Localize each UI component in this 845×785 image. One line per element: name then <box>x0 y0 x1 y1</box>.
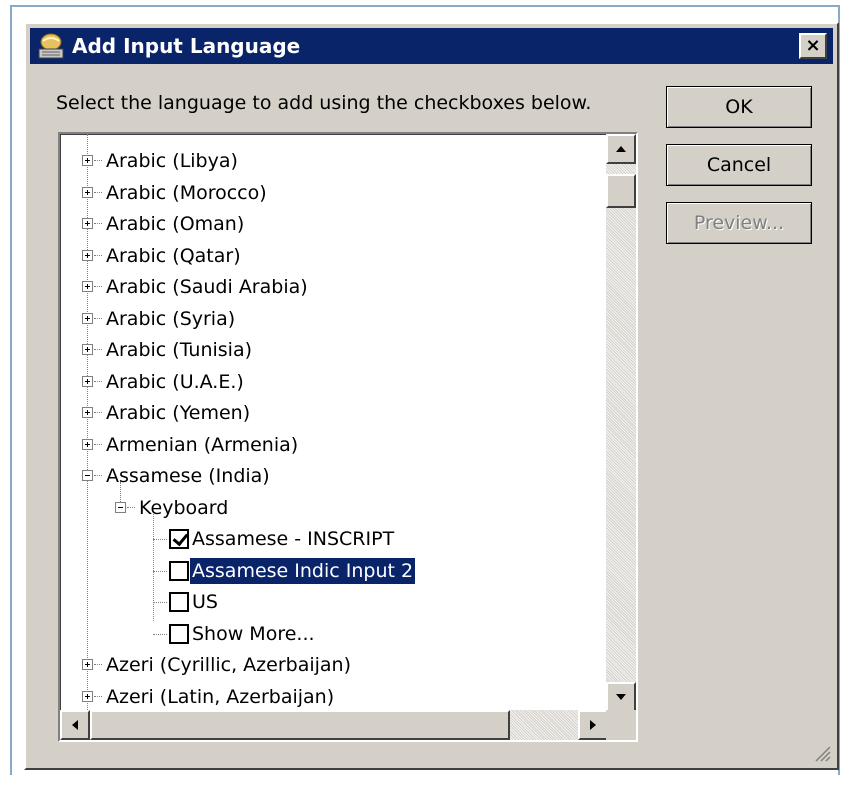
tree-item[interactable]: Show More... <box>60 619 608 649</box>
checkbox-us[interactable] <box>169 592 189 612</box>
tree-line <box>94 286 102 287</box>
scroll-up-button[interactable] <box>606 134 636 164</box>
dialog-title: Add Input Language <box>72 34 301 58</box>
tree-item-label: Arabic (Qatar) <box>106 245 241 267</box>
scrollbar-corner <box>606 710 636 740</box>
tree-item[interactable]: Assamese - INSCRIPT <box>60 524 608 554</box>
tree-line <box>94 664 102 665</box>
vertical-scrollbar[interactable] <box>606 134 636 712</box>
expand-icon[interactable] <box>82 250 93 261</box>
tree-item-label: Arabic (Tunisia) <box>106 339 253 361</box>
tree-line <box>94 412 102 413</box>
tree-item-label: Azeri (Cyrillic, Azerbaijan) <box>106 654 351 676</box>
tree-line <box>94 475 102 476</box>
tree-item-label: Keyboard <box>139 497 229 519</box>
scroll-left-button[interactable] <box>60 710 90 740</box>
collapse-icon[interactable] <box>82 470 93 481</box>
arrow-up-icon <box>616 146 626 152</box>
tree-item[interactable]: US <box>60 587 608 617</box>
expand-icon[interactable] <box>82 376 93 387</box>
tree-line <box>94 318 102 319</box>
tree-line <box>153 634 167 635</box>
expand-icon[interactable] <box>82 659 93 670</box>
checkbox-show-more[interactable] <box>169 624 189 644</box>
tree-item-label: Arabic (Yemen) <box>106 402 251 424</box>
tree-line <box>94 223 102 224</box>
tree-item[interactable]: Arabic (Yemen) <box>60 398 608 428</box>
resize-grip-icon[interactable] <box>813 744 831 762</box>
tree-item-label: US <box>192 591 218 613</box>
tree-item[interactable]: Keyboard <box>60 493 608 523</box>
arrow-right-icon <box>590 720 596 730</box>
tree-item-label: Arabic (Morocco) <box>106 182 267 204</box>
expand-icon[interactable] <box>82 691 93 702</box>
tree-item-label: Assamese (India) <box>106 465 270 487</box>
checkbox-assamese-indic-input-2[interactable] <box>169 561 189 581</box>
tree-item[interactable]: Assamese Indic Input 2 <box>60 556 608 586</box>
add-input-language-dialog: Add Input Language × Select the language… <box>24 22 839 770</box>
cancel-button[interactable]: Cancel <box>666 144 812 186</box>
tree-line <box>94 192 102 193</box>
arrow-down-icon <box>616 694 626 700</box>
vertical-scroll-thumb[interactable] <box>606 174 636 208</box>
tree-item[interactable]: Arabic (Oman) <box>60 209 608 239</box>
tree-line <box>94 444 102 445</box>
tree-item[interactable]: Azeri (Latin, Azerbaijan) <box>60 682 608 712</box>
tree-item-label: Arabic (U.A.E.) <box>106 371 244 393</box>
tree-item-label: Assamese - INSCRIPT <box>192 528 395 550</box>
tree-item-label: Arabic (Libya) <box>106 150 238 172</box>
tree-line <box>94 160 102 161</box>
checkbox-assamese-inscript[interactable] <box>169 529 189 549</box>
language-tree[interactable]: Arabic (Libya) Arabic (Morocco) Arabic (… <box>58 132 638 742</box>
expand-icon[interactable] <box>82 344 93 355</box>
tree-line <box>153 571 167 572</box>
expand-icon[interactable] <box>82 187 93 198</box>
tree-line <box>127 507 135 508</box>
tree-line <box>94 381 102 382</box>
tree-item-label: Azeri (Latin, Azerbaijan) <box>106 686 335 708</box>
preview-button[interactable]: Preview... <box>666 202 812 244</box>
tree-item[interactable]: Arabic (Tunisia) <box>60 335 608 365</box>
tree-item-label: Arabic (Oman) <box>106 213 245 235</box>
collapse-icon[interactable] <box>115 502 126 513</box>
expand-icon[interactable] <box>82 313 93 324</box>
arrow-left-icon <box>72 720 78 730</box>
instruction-text: Select the language to add using the che… <box>56 92 592 114</box>
tree-line <box>153 602 167 603</box>
expand-icon[interactable] <box>82 407 93 418</box>
horizontal-scroll-thumb[interactable] <box>90 710 510 740</box>
close-button[interactable]: × <box>799 33 827 59</box>
tree-line <box>94 255 102 256</box>
tree-item-label: Arabic (Saudi Arabia) <box>106 276 308 298</box>
tree-item[interactable]: Arabic (U.A.E.) <box>60 367 608 397</box>
tree-item[interactable]: Arabic (Libya) <box>60 146 608 176</box>
tree-item-label: Show More... <box>192 623 315 645</box>
tree-item-label-selected: Assamese Indic Input 2 <box>190 558 416 584</box>
scroll-right-button[interactable] <box>578 710 608 740</box>
horizontal-scrollbar[interactable] <box>60 710 608 740</box>
tree-item-label: Armenian (Armenia) <box>106 434 299 456</box>
title-bar[interactable]: Add Input Language × <box>30 28 833 64</box>
expand-icon[interactable] <box>82 281 93 292</box>
expand-icon[interactable] <box>82 155 93 166</box>
scroll-down-button[interactable] <box>606 682 636 712</box>
expand-icon[interactable] <box>82 439 93 450</box>
tree-item[interactable]: Armenian (Armenia) <box>60 430 608 460</box>
tree-item[interactable]: Assamese (India) <box>60 461 608 491</box>
tree-line <box>94 696 102 697</box>
keyboard-globe-icon <box>38 33 64 59</box>
tree-item-label: Arabic (Syria) <box>106 308 236 330</box>
tree-item[interactable]: Arabic (Saudi Arabia) <box>60 272 608 302</box>
tree-item[interactable]: Arabic (Qatar) <box>60 241 608 271</box>
tree-item[interactable]: Arabic (Syria) <box>60 304 608 334</box>
tree-content: Arabic (Libya) Arabic (Morocco) Arabic (… <box>60 134 608 712</box>
tree-line <box>153 539 167 540</box>
tree-item[interactable]: Arabic (Morocco) <box>60 178 608 208</box>
close-icon: × <box>805 35 821 56</box>
expand-icon[interactable] <box>82 218 93 229</box>
tree-item[interactable]: Azeri (Cyrillic, Azerbaijan) <box>60 650 608 680</box>
tree-line <box>94 349 102 350</box>
ok-button[interactable]: OK <box>666 86 812 128</box>
